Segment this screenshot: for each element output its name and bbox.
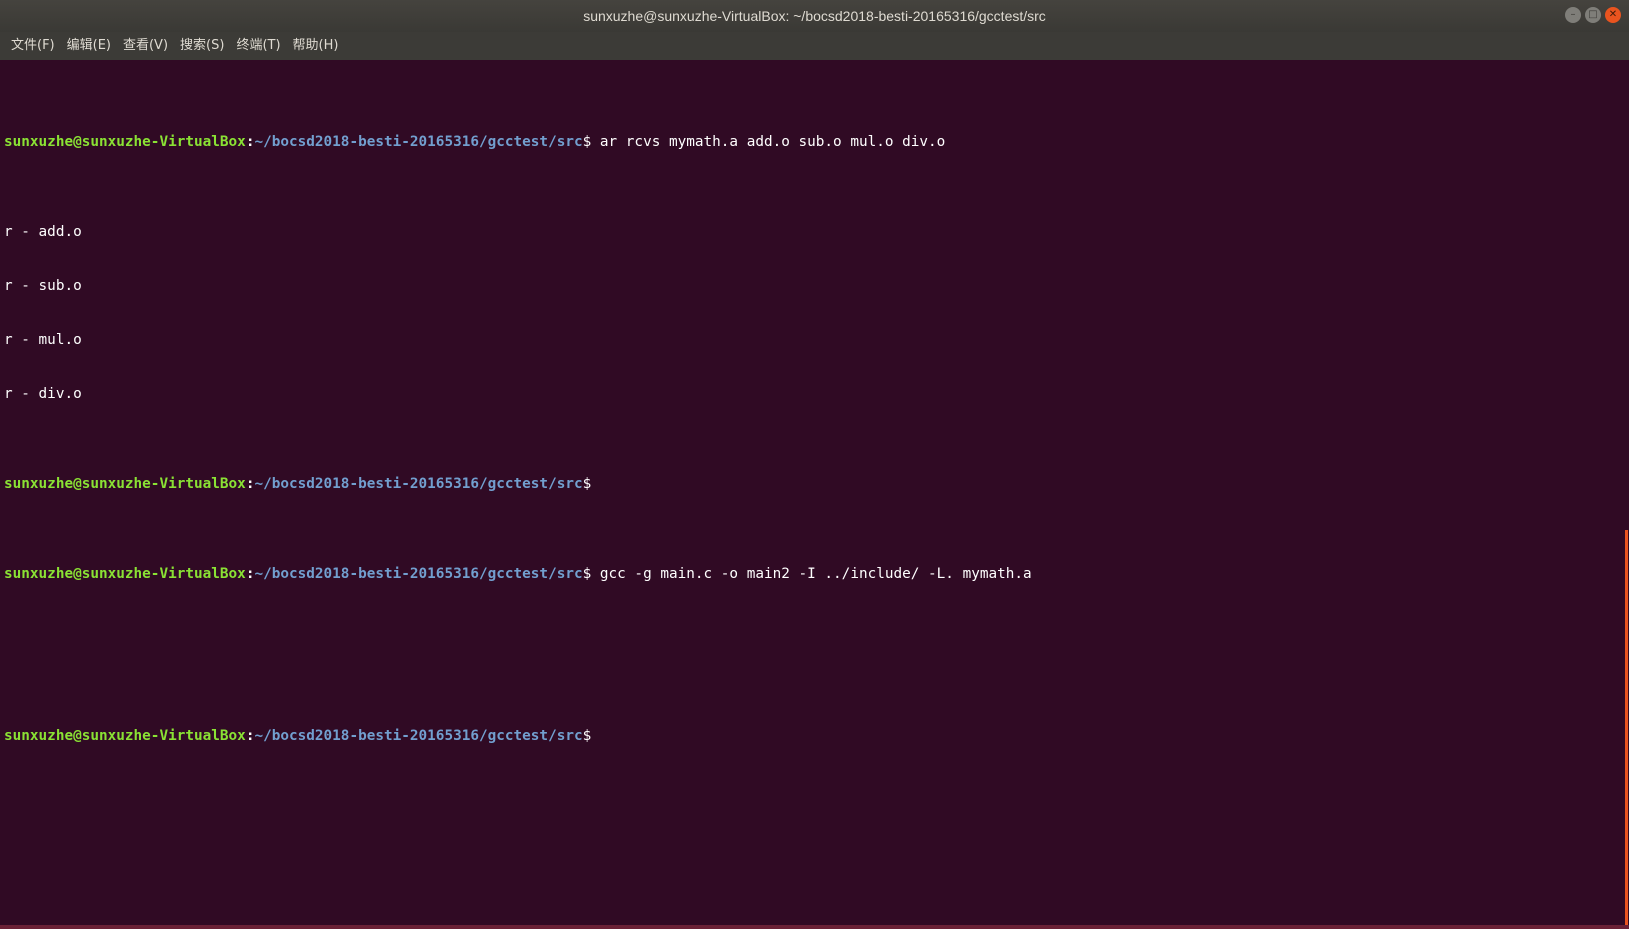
menu-edit[interactable]: 编辑(E): [61, 32, 117, 60]
terminal-line: r - div.o: [4, 386, 82, 402]
terminal-output[interactable]: sunxuzhe@sunxuzhe-VirtualBox:~/bocsd2018…: [4, 61, 1614, 925]
menu-view[interactable]: 查看(V): [117, 32, 174, 60]
minimize-icon[interactable]: –: [1565, 7, 1581, 23]
menu-bar: 文件(F) 编辑(E) 查看(V) 搜索(S) 终端(T) 帮助(H): [0, 32, 1629, 60]
terminal-line: sunxuzhe@sunxuzhe-VirtualBox:~/bocsd2018…: [4, 566, 1032, 582]
prompt-path: ~/bocsd2018-besti-20165316/gcctest/src: [254, 476, 583, 492]
window-title: sunxuzhe@sunxuzhe-VirtualBox: ~/bocsd201…: [583, 8, 1046, 24]
menu-help[interactable]: 帮助(H): [287, 32, 345, 60]
command-text: gcc -g main.c -o main2 -I ../include/ -L…: [591, 566, 1032, 582]
maximize-icon[interactable]: □: [1585, 7, 1601, 23]
window-bottom-border: [0, 925, 1629, 929]
command-text: ar rcvs mymath.a add.o sub.o mul.o div.o: [591, 134, 946, 150]
terminal-line: sunxuzhe@sunxuzhe-VirtualBox:~/bocsd2018…: [4, 476, 592, 492]
prompt-user-host: sunxuzhe@sunxuzhe-VirtualBox: [4, 476, 246, 492]
close-icon[interactable]: ✕: [1605, 7, 1621, 23]
prompt-user-host: sunxuzhe@sunxuzhe-VirtualBox: [4, 566, 246, 582]
terminal-window: sunxuzhe@sunxuzhe-VirtualBox: ~/bocsd201…: [0, 0, 1629, 929]
prompt-path: ~/bocsd2018-besti-20165316/gcctest/src: [254, 566, 583, 582]
scrollbar-thumb[interactable]: [1625, 530, 1628, 925]
terminal-line: r - mul.o: [4, 332, 82, 348]
terminal-line: sunxuzhe@sunxuzhe-VirtualBox:~/bocsd2018…: [4, 728, 592, 744]
prompt-path: ~/bocsd2018-besti-20165316/gcctest/src: [254, 134, 583, 150]
terminal-line: r - sub.o: [4, 278, 82, 294]
prompt-user-host: sunxuzhe@sunxuzhe-VirtualBox: [4, 134, 246, 150]
terminal-line: sunxuzhe@sunxuzhe-VirtualBox:~/bocsd2018…: [4, 134, 946, 150]
terminal-line: r - add.o: [4, 224, 82, 240]
title-bar[interactable]: sunxuzhe@sunxuzhe-VirtualBox: ~/bocsd201…: [0, 0, 1629, 32]
menu-search[interactable]: 搜索(S): [174, 32, 230, 60]
prompt-path: ~/bocsd2018-besti-20165316/gcctest/src: [254, 728, 583, 744]
prompt-user-host: sunxuzhe@sunxuzhe-VirtualBox: [4, 728, 246, 744]
window-controls: – □ ✕: [1565, 7, 1621, 23]
menu-terminal[interactable]: 终端(T): [230, 32, 286, 60]
scrollbar[interactable]: [1623, 60, 1629, 925]
menu-file[interactable]: 文件(F): [5, 32, 61, 60]
